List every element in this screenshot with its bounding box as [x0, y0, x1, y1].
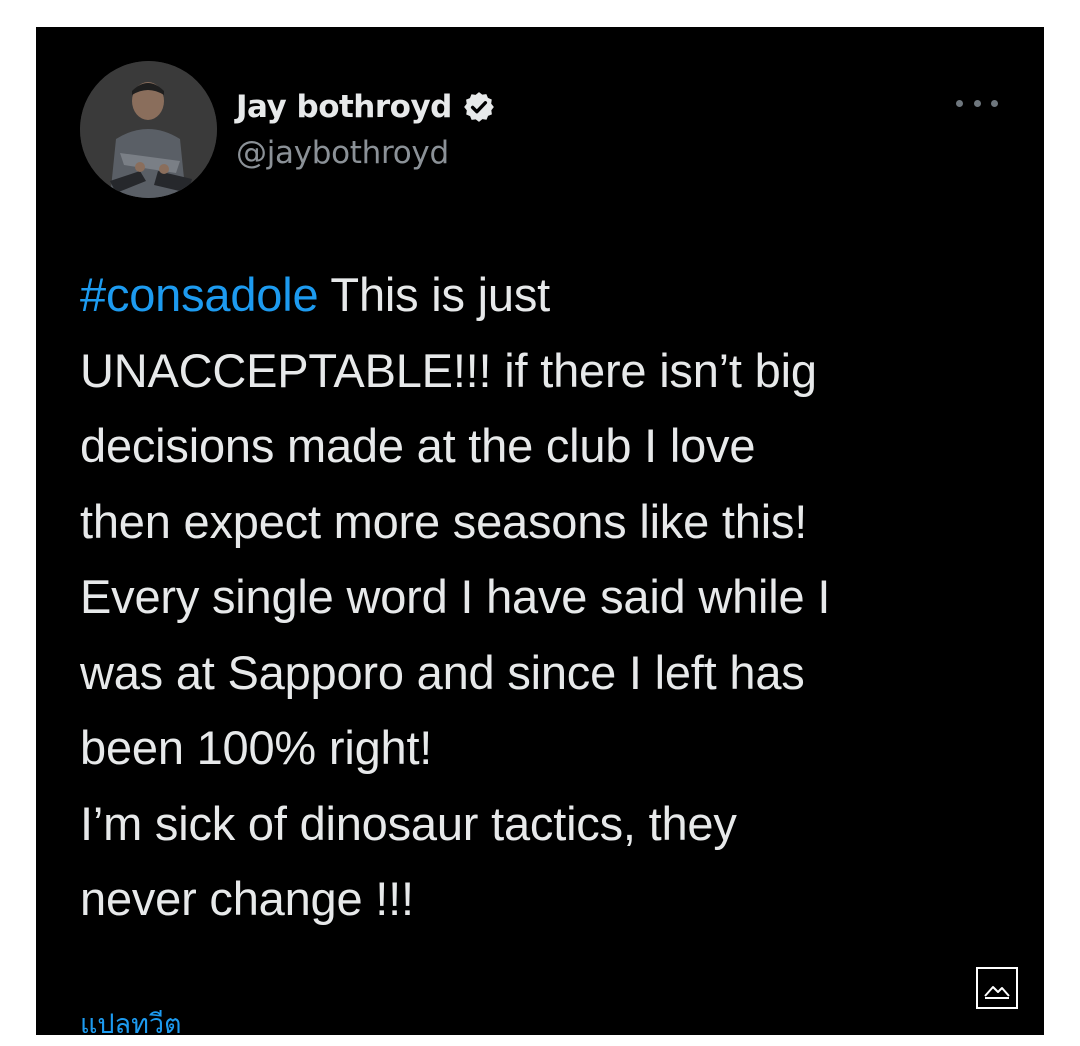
image-icon[interactable]: [976, 967, 1018, 1009]
tweet-line: was at Sapporo and since I left has: [80, 645, 805, 699]
tweet-text: #consadole This is just UNACCEPTABLE!!! …: [80, 257, 1010, 937]
tweet-line: #consadole This is just: [80, 268, 551, 321]
more-dot: [956, 99, 963, 107]
tweet-line: Every single word I have said while I: [80, 570, 831, 623]
tweet-card: Jay bothroyd @jaybothroyd #consadole Thi…: [36, 27, 1044, 1035]
tweet-line: UNACCEPTABLE!!! if there isn’t big: [80, 343, 817, 397]
tweet-line: I’m sick of dinosaur tactics, they: [80, 796, 737, 850]
translate-tweet-link[interactable]: แปลทวีต: [80, 1002, 182, 1035]
display-name[interactable]: Jay bothroyd: [236, 89, 452, 125]
user-handle[interactable]: @jaybothroyd: [236, 135, 449, 171]
tweet-line: been 100% right!: [80, 721, 433, 774]
tweet-line: decisions made at the club I love: [80, 419, 756, 472]
verified-badge-icon: [463, 92, 494, 122]
more-options-icon[interactable]: [956, 95, 998, 111]
tweet-line: never change !!!: [80, 872, 414, 925]
mountain-glyph: [984, 986, 1010, 999]
avatar-image: [80, 61, 217, 198]
hashtag-link[interactable]: #consadole: [80, 268, 319, 321]
more-dot: [991, 99, 998, 107]
avatar[interactable]: [80, 61, 217, 198]
more-dot: [973, 99, 981, 107]
tweet-line: then expect more seasons like this!: [80, 494, 808, 548]
author-name-row: Jay bothroyd: [236, 85, 496, 129]
